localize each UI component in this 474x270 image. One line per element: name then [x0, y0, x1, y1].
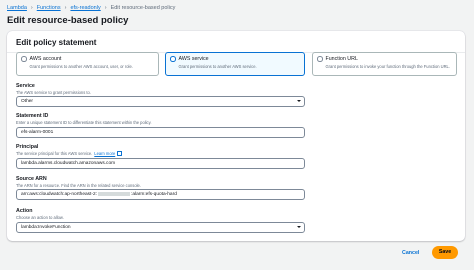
source-arn-description: The ARN for a resource. Find the ARN in …: [16, 183, 141, 188]
statement-id-input[interactable]: efs-alarm-0001: [16, 127, 305, 138]
tile-aws-service-label: AWS service: [178, 56, 209, 62]
cancel-button[interactable]: Cancel: [402, 250, 419, 256]
external-link-icon: [117, 151, 122, 156]
principal-input[interactable]: lambda.alarms.cloudwatch.amazonaws.com: [16, 158, 305, 169]
breadcrumb-current: Edit resource-based policy: [110, 5, 176, 11]
tile-function-url[interactable]: Function URL Grant permissions to invoke…: [312, 52, 457, 76]
tile-aws-account-label: AWS account: [29, 56, 62, 62]
principal-description: The service principal for this AWS servi…: [16, 151, 93, 156]
service-value: Other: [21, 99, 33, 104]
principal-description-row: The service principal for this AWS servi…: [16, 151, 122, 156]
breadcrumb-function-name[interactable]: efs-readonly: [70, 5, 100, 11]
tile-aws-account-description: Grant permissions to another AWS account…: [29, 63, 133, 69]
tile-aws-account[interactable]: AWS account Grant permissions to another…: [16, 52, 159, 76]
breadcrumb-functions[interactable]: Functions: [37, 5, 61, 11]
radio-aws-account[interactable]: [21, 56, 27, 62]
breadcrumb-separator-icon: ›: [30, 5, 33, 11]
breadcrumb-lambda[interactable]: Lambda: [7, 5, 27, 11]
caret-down-icon: [296, 100, 301, 103]
panel-heading: Edit policy statement: [16, 38, 97, 47]
source-arn-input[interactable]: arn:aws:cloudwatch:ap-northeast-2: :alarm…: [16, 189, 305, 200]
action-value: lambda:InvokeFunction: [21, 225, 71, 230]
tile-function-url-description: Grant permissions to invoke your functio…: [325, 63, 450, 69]
save-button[interactable]: Save: [432, 246, 458, 259]
tile-function-url-label: Function URL: [325, 56, 358, 62]
tile-aws-service[interactable]: AWS service Grant permissions to another…: [165, 52, 305, 76]
breadcrumb-separator-icon: ›: [104, 5, 107, 11]
breadcrumb-separator-icon: ›: [64, 5, 67, 11]
action-label: Action: [16, 208, 33, 214]
radio-function-url[interactable]: [317, 56, 323, 62]
principal-value: lambda.alarms.cloudwatch.amazonaws.com: [21, 161, 116, 166]
source-arn-label: Source ARN: [16, 176, 47, 182]
service-label: Service: [16, 83, 35, 89]
radio-aws-service[interactable]: [170, 56, 176, 62]
breadcrumb: Lambda › Functions › efs-readonly › Edit…: [7, 5, 175, 11]
policy-statement-panel: Edit policy statement AWS account Grant …: [7, 31, 465, 241]
learn-more-link[interactable]: Learn more: [94, 151, 115, 156]
statement-id-value: efs-alarm-0001: [21, 130, 54, 135]
tile-aws-service-description: Grant permissions to another AWS service…: [178, 63, 257, 69]
service-description: The AWS service to grant permissions to.: [16, 90, 91, 95]
source-arn-prefix: arn:aws:cloudwatch:ap-northeast-2:: [21, 192, 97, 197]
caret-down-icon: [296, 226, 301, 229]
action-select[interactable]: lambda:InvokeFunction: [16, 222, 305, 233]
statement-id-label: Statement ID: [16, 113, 49, 119]
page-title: Edit resource-based policy: [7, 15, 129, 26]
statement-id-description: Enter a unique statement ID to different…: [16, 120, 152, 125]
source-arn-suffix: :alarm:efs-quota-hard: [131, 192, 177, 197]
redacted-account-id: [98, 191, 130, 196]
service-select[interactable]: Other: [16, 96, 305, 107]
action-description: Choose an action to allow.: [16, 215, 64, 220]
principal-label: Principal: [16, 144, 39, 150]
